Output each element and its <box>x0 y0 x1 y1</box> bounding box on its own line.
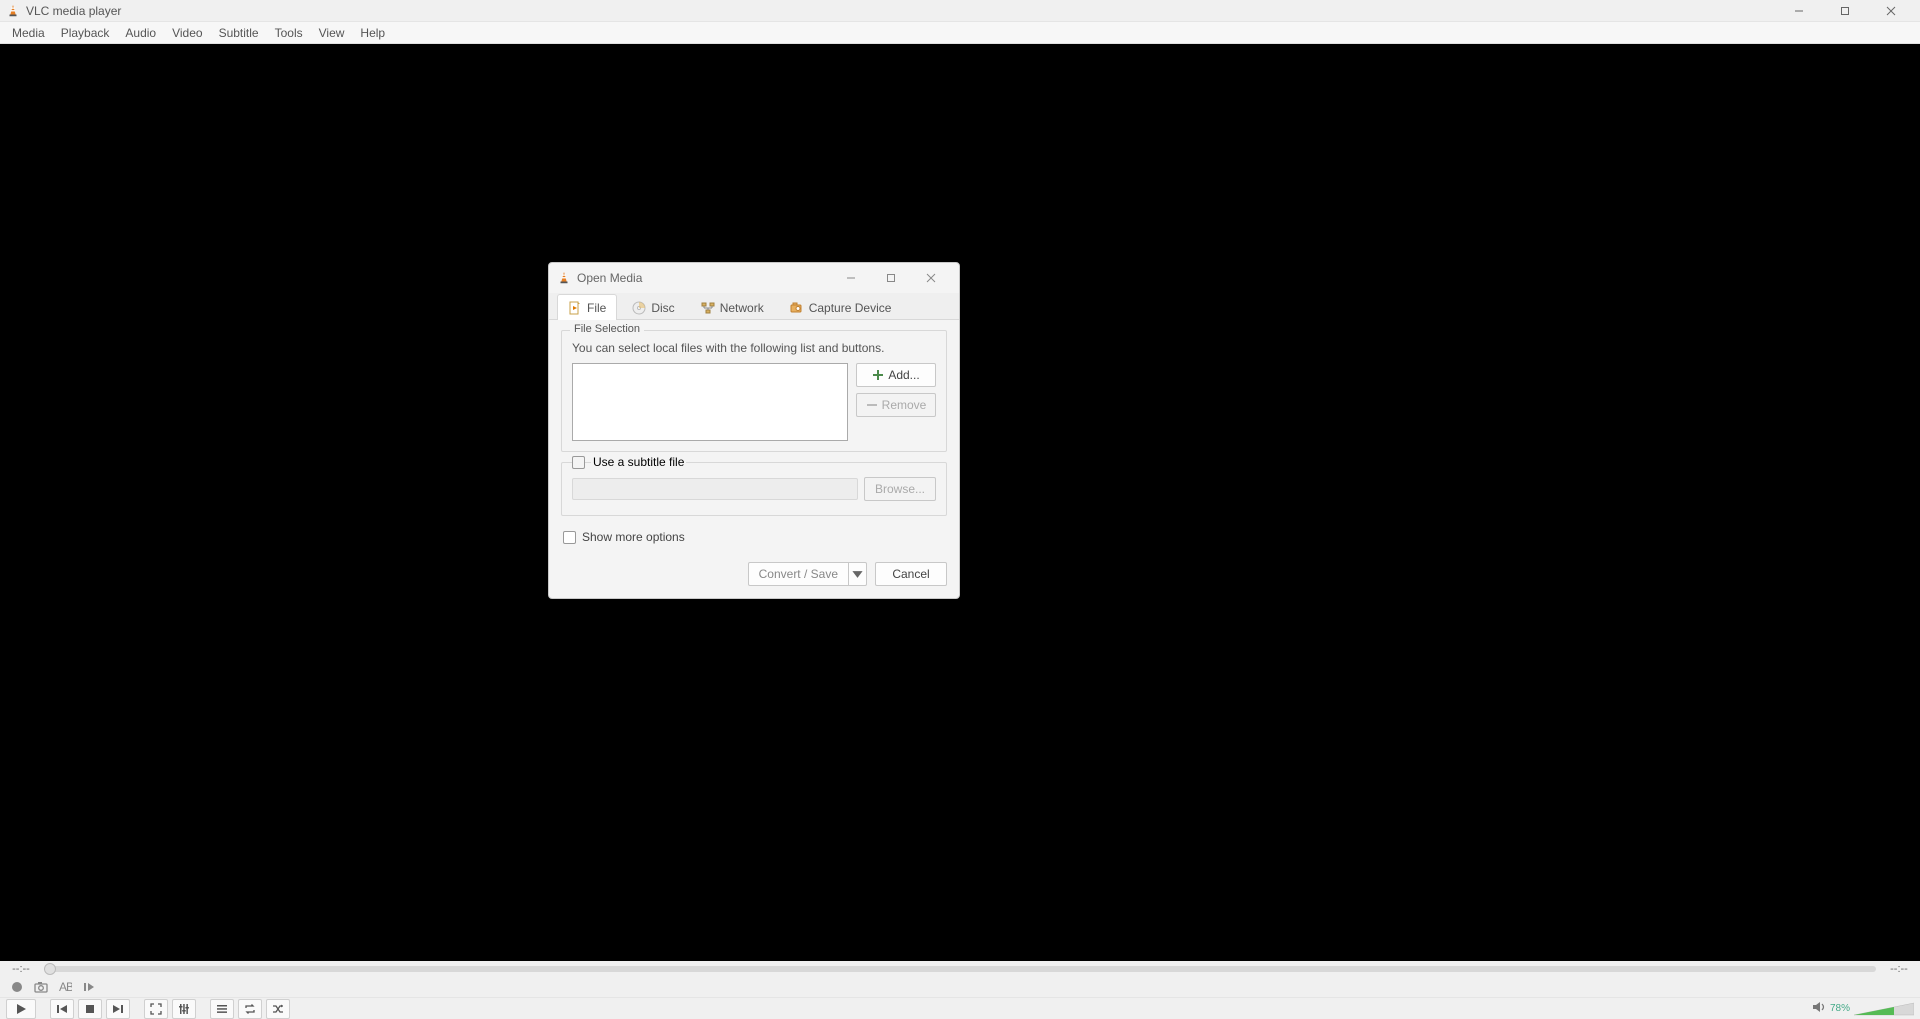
file-selection-hint: You can select local files with the foll… <box>572 341 936 355</box>
file-selection-legend: File Selection <box>570 323 644 335</box>
fullscreen-button[interactable] <box>144 999 168 1019</box>
menu-tools[interactable]: Tools <box>267 24 311 42</box>
window-close-button[interactable] <box>1868 0 1914 22</box>
previous-button[interactable] <box>50 999 74 1019</box>
network-icon <box>701 301 715 315</box>
mini-toolbar: AB <box>0 977 1920 997</box>
tab-file-label: File <box>587 301 606 315</box>
browse-subtitle-button[interactable]: Browse... <box>864 477 936 501</box>
show-more-options-checkbox[interactable] <box>563 531 576 544</box>
capture-device-icon <box>790 301 804 315</box>
shuffle-button[interactable] <box>266 999 290 1019</box>
tab-network-label: Network <box>720 301 764 315</box>
svg-text:B: B <box>66 980 72 994</box>
menu-audio[interactable]: Audio <box>117 24 164 42</box>
convert-save-label: Convert / Save <box>748 562 849 586</box>
frame-step-icon[interactable] <box>82 980 96 994</box>
volume-control: 78% <box>1812 1000 1914 1017</box>
speaker-icon[interactable] <box>1812 1000 1826 1017</box>
tab-network[interactable]: Network <box>690 294 775 320</box>
record-icon[interactable] <box>10 980 24 994</box>
stop-button[interactable] <box>78 999 102 1019</box>
vlc-cone-icon <box>557 271 571 285</box>
convert-save-button[interactable]: Convert / Save <box>748 562 867 586</box>
time-elapsed: --:-- <box>6 963 36 975</box>
tab-file[interactable]: File <box>557 294 617 320</box>
dialog-title: Open Media <box>577 271 642 285</box>
menu-view[interactable]: View <box>311 24 353 42</box>
tab-capture-label: Capture Device <box>809 301 892 315</box>
file-icon <box>568 301 582 315</box>
add-button-label: Add... <box>888 368 919 382</box>
menu-playback[interactable]: Playback <box>53 24 118 42</box>
remove-button-label: Remove <box>882 398 927 412</box>
menu-bar: Media Playback Audio Video Subtitle Tool… <box>0 22 1920 44</box>
dialog-body: File Selection You can select local file… <box>549 320 959 562</box>
plus-icon <box>872 369 884 381</box>
playlist-button[interactable] <box>210 999 234 1019</box>
playback-controls: 78% <box>0 997 1920 1019</box>
extended-settings-button[interactable] <box>172 999 196 1019</box>
next-button[interactable] <box>106 999 130 1019</box>
snapshot-icon[interactable] <box>34 980 48 994</box>
volume-slider[interactable] <box>1854 1002 1914 1016</box>
cancel-button-label: Cancel <box>892 567 929 581</box>
file-list[interactable] <box>572 363 848 441</box>
dialog-footer: Convert / Save Cancel <box>549 562 959 598</box>
time-remaining: --:-- <box>1884 963 1914 975</box>
tab-capture-device[interactable]: Capture Device <box>779 294 903 320</box>
atob-loop-icon[interactable]: AB <box>58 980 72 994</box>
window-minimize-button[interactable] <box>1776 0 1822 22</box>
menu-video[interactable]: Video <box>164 24 210 42</box>
dialog-tabs: File Disc Network Capture Device <box>549 293 959 320</box>
video-area: Open Media File Disc Network Capture Dev… <box>0 44 1920 961</box>
cancel-button[interactable]: Cancel <box>875 562 947 586</box>
window-title: VLC media player <box>26 4 121 18</box>
loop-button[interactable] <box>238 999 262 1019</box>
browse-button-label: Browse... <box>875 482 925 496</box>
show-more-options-label: Show more options <box>582 530 685 544</box>
dialog-minimize-button[interactable] <box>831 263 871 293</box>
seek-slider[interactable] <box>44 966 1876 972</box>
convert-save-dropdown-arrow[interactable] <box>849 562 867 586</box>
volume-percent: 78% <box>1830 1003 1850 1014</box>
title-bar: VLC media player <box>0 0 1920 22</box>
menu-help[interactable]: Help <box>352 24 393 42</box>
play-button[interactable] <box>6 999 36 1019</box>
dialog-close-button[interactable] <box>911 263 951 293</box>
open-media-dialog: Open Media File Disc Network Capture Dev… <box>548 262 960 599</box>
subtitle-path-input <box>572 478 858 500</box>
use-subtitle-checkbox[interactable] <box>572 456 585 469</box>
use-subtitle-label: Use a subtitle file <box>591 455 686 469</box>
seek-thumb[interactable] <box>44 963 56 975</box>
subtitle-group: Use a subtitle file Browse... <box>561 462 947 516</box>
menu-subtitle[interactable]: Subtitle <box>211 24 267 42</box>
remove-button[interactable]: Remove <box>856 393 936 417</box>
menu-media[interactable]: Media <box>4 24 53 42</box>
minus-icon <box>866 399 878 411</box>
file-selection-group: File Selection You can select local file… <box>561 330 947 452</box>
tab-disc[interactable]: Disc <box>621 294 685 320</box>
tab-disc-label: Disc <box>651 301 674 315</box>
show-more-options-row[interactable]: Show more options <box>561 526 947 554</box>
add-button[interactable]: Add... <box>856 363 936 387</box>
dialog-maximize-button[interactable] <box>871 263 911 293</box>
disc-icon <box>632 301 646 315</box>
vlc-cone-icon <box>6 4 20 18</box>
dialog-title-bar[interactable]: Open Media <box>549 263 959 293</box>
seek-bar-row: --:-- --:-- <box>0 961 1920 977</box>
window-maximize-button[interactable] <box>1822 0 1868 22</box>
